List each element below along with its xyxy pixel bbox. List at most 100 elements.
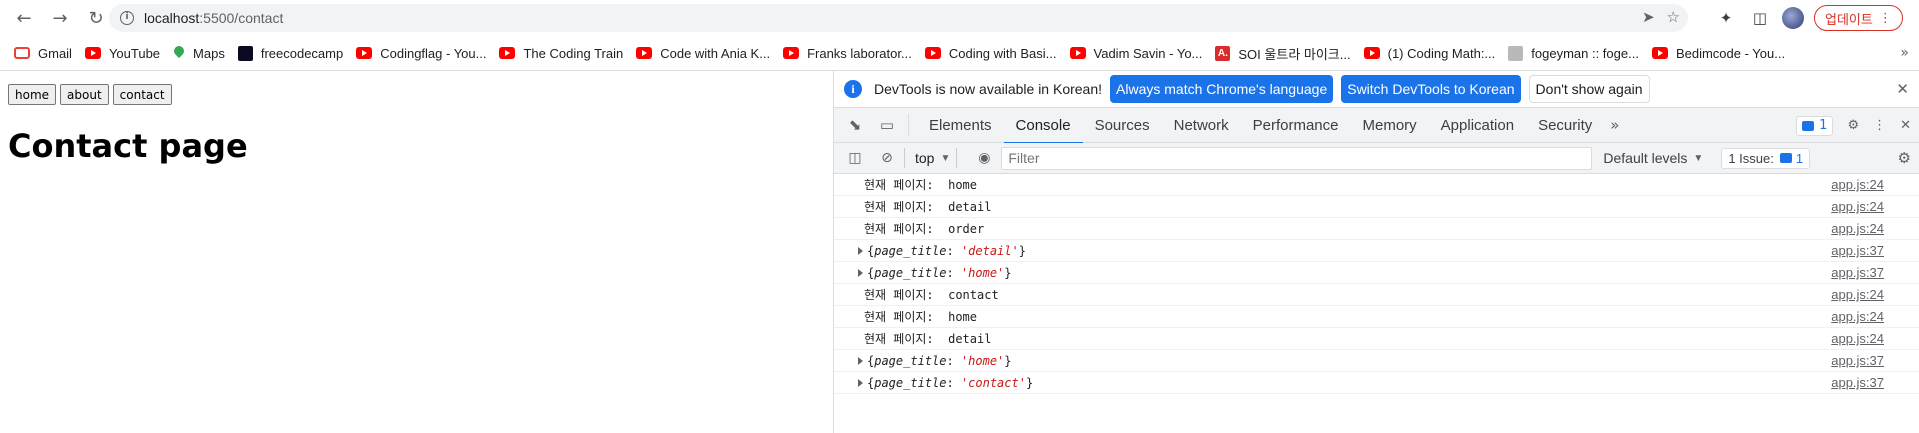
back-arrow-icon[interactable]: ←: [10, 4, 38, 32]
filter-input[interactable]: [1001, 146, 1593, 170]
tab-elements[interactable]: Elements: [917, 108, 1004, 143]
divider: [956, 148, 958, 168]
source-link[interactable]: app.js:24: [1831, 177, 1884, 192]
about-button[interactable]: about: [60, 84, 109, 105]
source-link[interactable]: app.js:24: [1831, 221, 1884, 236]
tab-application[interactable]: Application: [1429, 108, 1526, 143]
log-object[interactable]: {page_title: 'detail'}: [858, 244, 1026, 258]
tab-memory[interactable]: Memory: [1351, 108, 1429, 143]
bookmark-item[interactable]: Maps: [173, 46, 225, 61]
page-title: Contact page: [8, 127, 248, 165]
log-levels-dropdown[interactable]: Default levels ▼: [1603, 150, 1703, 166]
bookmark-item[interactable]: Franks laborator...: [783, 46, 912, 61]
clear-console-icon[interactable]: ⊘: [876, 147, 898, 169]
url-text[interactable]: localhost:5500/contact: [144, 10, 283, 26]
tab-performance[interactable]: Performance: [1241, 108, 1351, 143]
dont-show-again-button[interactable]: Don't show again: [1528, 75, 1650, 103]
console-log: 현재 페이지: home app.js:24 현재 페이지: detail app.j…: [834, 174, 1919, 394]
sidebar-toggle-icon[interactable]: ◫: [844, 147, 866, 169]
tab-console[interactable]: Console: [1003, 108, 1083, 144]
expand-triangle-icon[interactable]: [858, 247, 863, 255]
source-link[interactable]: app.js:37: [1831, 375, 1884, 390]
expand-triangle-icon[interactable]: [858, 379, 863, 387]
bookmark-item[interactable]: Bedimcode - You...: [1651, 46, 1785, 61]
bookmark-item[interactable]: A. SOI 울트라 마이크...: [1215, 44, 1351, 63]
source-link[interactable]: app.js:37: [1831, 243, 1884, 258]
close-icon[interactable]: ✕: [1896, 80, 1909, 98]
object-key: page_title: [874, 353, 947, 368]
more-vert-icon[interactable]: ⋮: [1873, 118, 1886, 133]
console-message: {page_title: 'contact'} app.js:37: [834, 372, 1919, 394]
log-object[interactable]: {page_title: 'home'}: [858, 266, 1012, 280]
log-text: 현재 페이지: contact: [864, 288, 999, 302]
bookmark-item[interactable]: Code with Ania K...: [636, 46, 770, 61]
console-message: {page_title: 'home'} app.js:37: [834, 262, 1919, 284]
page-nav: home about contact: [8, 84, 172, 105]
console-settings-gear-icon[interactable]: ⚙: [1898, 149, 1911, 167]
bookmark-item[interactable]: YouTube: [84, 46, 160, 61]
forward-arrow-icon[interactable]: →: [46, 4, 74, 32]
match-language-button[interactable]: Always match Chrome's language: [1110, 75, 1334, 103]
messages-badge[interactable]: 1: [1796, 115, 1834, 136]
bookmark-star-icon[interactable]: ☆: [1667, 8, 1680, 26]
tab-network[interactable]: Network: [1162, 108, 1241, 143]
log-object[interactable]: {page_title: 'home'}: [858, 354, 1012, 368]
more-tabs-icon[interactable]: »: [1610, 116, 1619, 134]
bookmark-label: Code with Ania K...: [660, 45, 771, 61]
expand-triangle-icon[interactable]: [858, 269, 863, 277]
switch-language-button[interactable]: Switch DevTools to Korean: [1341, 75, 1521, 103]
expand-triangle-icon[interactable]: [858, 357, 863, 365]
contact-button[interactable]: contact: [112, 84, 172, 105]
bookmark-label: Vadim Savin - Yo...: [1093, 45, 1203, 61]
caret-down-icon: ▼: [1693, 152, 1704, 164]
close-devtools-icon[interactable]: ✕: [1900, 118, 1911, 133]
console-toolbar: ◫ ⊘ top▼ ◉ Default levels▼ 1 Issue:1 ⚙: [834, 143, 1919, 174]
bookmark-label: Codingflag - You...: [380, 45, 487, 61]
context-selector[interactable]: top ▼: [915, 150, 950, 166]
console-message: 현재 페이지: contact app.js:24: [834, 284, 1919, 306]
extensions-puzzle-icon[interactable]: ✦: [1714, 4, 1738, 32]
bookmark-label: Maps: [193, 45, 225, 61]
bookmark-item[interactable]: Gmail: [14, 46, 72, 61]
bookmark-item[interactable]: freecodecamp: [237, 45, 344, 61]
log-object[interactable]: {page_title: 'contact'}: [858, 376, 1033, 390]
send-icon[interactable]: ➤: [1642, 8, 1655, 26]
bookmark-item[interactable]: Vadim Savin - Yo...: [1069, 45, 1203, 61]
address-bar[interactable]: i localhost:5500/contact ➤ ☆: [109, 4, 1688, 32]
source-link[interactable]: app.js:24: [1831, 309, 1884, 324]
more-vert-icon: ⋮: [1878, 10, 1892, 26]
caret-down-icon: ▼: [940, 152, 951, 164]
object-value: 'home': [960, 265, 1005, 280]
youtube-icon: [924, 47, 941, 59]
tab-sources[interactable]: Sources: [1083, 108, 1162, 143]
bookmark-label: freecodecamp: [260, 45, 344, 61]
inspect-element-icon[interactable]: ⬊: [844, 114, 866, 136]
settings-gear-icon[interactable]: ⚙: [1847, 118, 1859, 133]
update-button[interactable]: 업데이트 ⋮: [1814, 5, 1903, 31]
tab-security[interactable]: Security: [1526, 108, 1604, 143]
profile-avatar[interactable]: [1782, 7, 1804, 29]
site-info-icon[interactable]: i: [120, 11, 134, 25]
issues-badge[interactable]: 1 Issue: 1: [1721, 147, 1811, 169]
bookmark-label: fogeyman :: foge...: [1531, 45, 1639, 61]
object-key: page_title: [874, 265, 947, 280]
bookmark-item[interactable]: Coding with Basi...: [924, 46, 1057, 61]
source-link[interactable]: app.js:37: [1831, 265, 1884, 280]
source-link[interactable]: app.js:24: [1831, 287, 1884, 302]
source-link[interactable]: app.js:24: [1831, 331, 1884, 346]
object-value: 'contact': [960, 375, 1026, 390]
source-link[interactable]: app.js:24: [1831, 199, 1884, 214]
bookmark-item[interactable]: Codingflag - You...: [356, 46, 486, 61]
bookmark-item[interactable]: fogeyman :: foge...: [1508, 45, 1639, 61]
side-panel-icon[interactable]: ◫: [1748, 4, 1772, 32]
divider: [908, 114, 909, 136]
bookmarks-overflow-icon[interactable]: »: [1900, 40, 1909, 66]
reload-icon[interactable]: ↻: [82, 4, 110, 32]
bookmark-item[interactable]: (1) Coding Math:...: [1363, 46, 1495, 61]
bookmark-item[interactable]: The Coding Train: [499, 46, 623, 61]
live-expression-eye-icon[interactable]: ◉: [973, 147, 995, 169]
home-button[interactable]: home: [8, 84, 57, 105]
source-link[interactable]: app.js:37: [1831, 353, 1884, 368]
freecodecamp-icon: [237, 45, 253, 61]
device-toolbar-icon[interactable]: ▭: [876, 114, 898, 136]
